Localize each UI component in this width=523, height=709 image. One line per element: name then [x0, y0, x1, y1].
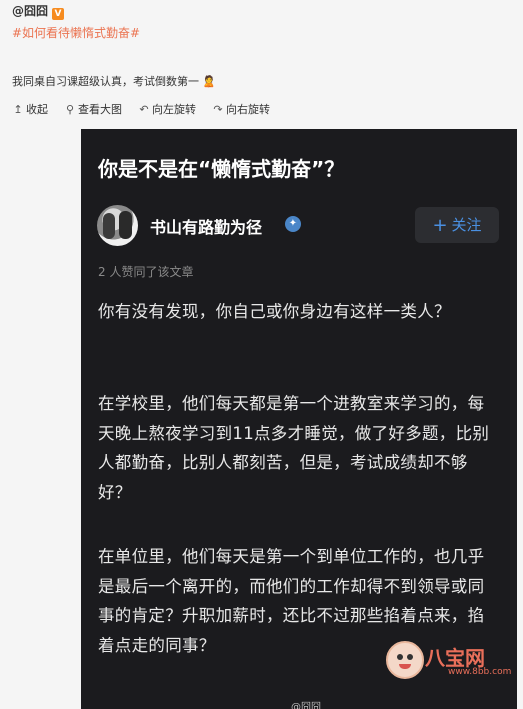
arrow-up-icon: ↥ [13, 102, 23, 116]
rotate-left-icon: ↶ [139, 102, 149, 116]
user-name: 书山有路勤为径 [150, 218, 263, 237]
rotate-left-label: 向左旋转 [152, 103, 196, 116]
verified-icon: V [52, 8, 65, 20]
image-toolbar: ↥ 收起 ⚲ 查看大图 ↶ 向左旋转 ↷ 向右旋转 [12, 101, 286, 117]
post-text-content: 我同桌自习课超级认真，考试倒数第一 [12, 75, 199, 88]
avatar [97, 205, 138, 246]
collapse-button[interactable]: ↥ 收起 [12, 101, 48, 117]
logo-eyes [397, 654, 403, 660]
logo-mouth [399, 664, 411, 669]
topic-link[interactable]: #如何看待懒惰式勤奋# [12, 24, 140, 41]
avatar-figure-left [103, 213, 115, 239]
site-logo-icon [386, 641, 424, 679]
paragraph: 你有没有发现，你自己或你身边有这样一类人？ [98, 302, 451, 321]
avatar-figure-right [119, 211, 132, 239]
question-title: 你是不是在“懒惰式勤奋”？ [98, 157, 345, 181]
rotate-left-button[interactable]: ↶ 向左旋转 [138, 101, 196, 117]
rotate-right-icon: ↷ [213, 102, 223, 116]
view-large-button[interactable]: ⚲ 查看大图 [64, 101, 122, 117]
post-author[interactable]: @囧囧 V [12, 2, 65, 20]
rotate-right-button[interactable]: ↷ 向右旋转 [212, 101, 270, 117]
follow-label: 关注 [451, 216, 482, 234]
paragraph: 在学校里，他们每天都是第一个进教室来学习的，每天晚上熬夜学习到11点多才睡觉，做… [98, 394, 490, 502]
follow-button[interactable]: + 关注 [415, 207, 499, 243]
collapse-label: 收起 [26, 103, 48, 116]
weibo-watermark: @囧囧 [291, 702, 321, 709]
likes-count: 2 人赞同了该文章 [98, 265, 194, 279]
plus-icon: + [432, 215, 448, 236]
author-name[interactable]: @囧囧 [12, 4, 48, 18]
user-badge-icon: ✦ [285, 216, 301, 232]
view-large-label: 查看大图 [78, 103, 122, 116]
article-screenshot[interactable]: 你是不是在“懒惰式勤奋”？ 书山有路勤为径 ✦ + 关注 2 人赞同了该文章 你有… [81, 129, 517, 709]
rotate-right-label: 向右旋转 [226, 103, 270, 116]
search-icon: ⚲ [65, 102, 75, 116]
emoji-icon: 🙎 [202, 75, 216, 88]
site-watermark-url: www.8bb.com [448, 667, 512, 677]
post-text: 我同桌自习课超级认真，考试倒数第一 🙎 [12, 73, 216, 89]
